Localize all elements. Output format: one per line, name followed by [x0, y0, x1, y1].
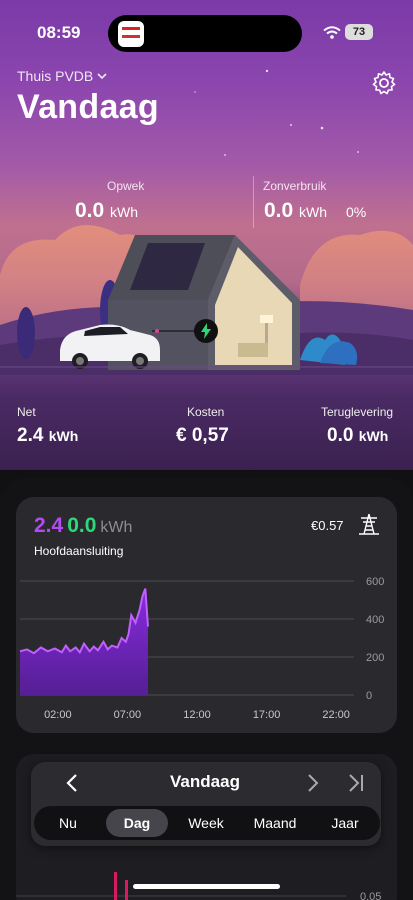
secondary-bar [125, 880, 128, 900]
app-activity-icon [118, 21, 144, 47]
segment-dag[interactable]: Dag [106, 809, 168, 837]
location-label: Thuis PVDB [17, 68, 94, 84]
status-bar: 08:59 73 [0, 0, 413, 60]
segment-nu[interactable]: Nu [34, 806, 102, 840]
page-title: Vandaag [17, 88, 159, 126]
wifi-icon [323, 26, 341, 39]
secondary-y-tick: 0.05 [360, 891, 381, 900]
y-tick-label: 600 [366, 576, 384, 588]
x-tick-label: 02:00 [44, 709, 72, 721]
segment-jaar[interactable]: Jaar [312, 806, 378, 840]
net-number: 2.4 [17, 425, 44, 446]
teruglevering-number: 0.0 [327, 425, 354, 446]
x-tick-label: 17:00 [253, 709, 281, 721]
card-unit: kWh [100, 519, 133, 536]
house-illustration [0, 225, 413, 375]
consumption-chart[interactable]: 600 400 200 0 02:00 07:00 12:00 17:00 22:00 [16, 573, 397, 723]
segment-maand[interactable]: Maand [240, 806, 310, 840]
hero-panel: Thuis PVDB Vandaag Opwek 0.0 kWh Zonverb… [0, 0, 413, 470]
kosten-label: Kosten [187, 405, 225, 419]
net-unit: kWh [48, 428, 79, 444]
teruglevering-value: 0.0 kWh [327, 425, 388, 447]
battery-indicator: 73 [345, 24, 373, 40]
secondary-bar [114, 872, 117, 900]
gear-icon[interactable] [370, 69, 398, 97]
chevron-down-icon [97, 72, 107, 79]
skip-to-end-icon[interactable] [343, 771, 369, 795]
card-cost: €0.57 [311, 518, 344, 533]
chevron-left-icon[interactable] [60, 771, 86, 795]
chevron-right-icon[interactable] [300, 771, 326, 795]
location-selector[interactable]: Thuis PVDB [17, 68, 107, 84]
dynamic-island [108, 15, 302, 52]
pylon-icon [359, 513, 379, 535]
card-values: 2.4 0.0 kWh [34, 514, 132, 538]
x-tick-label: 22:00 [322, 709, 350, 721]
y-tick-label: 400 [366, 614, 384, 626]
card-subtitle: Hoofdaansluiting [34, 544, 124, 558]
export-value: 0.0 [67, 514, 97, 537]
consumption-area [20, 588, 149, 695]
clock: 08:59 [37, 23, 81, 42]
import-value: 2.4 [34, 514, 64, 537]
opwek-label: Opwek [107, 179, 145, 193]
period-title: Vandaag [170, 772, 240, 791]
net-label: Net [17, 405, 36, 419]
charger-icon [194, 319, 218, 343]
home-indicator[interactable] [133, 884, 280, 889]
zonverbruik-label: Zonverbruik [263, 179, 327, 193]
kosten-value: € 0,57 [176, 425, 229, 446]
segment-week[interactable]: Week [172, 806, 240, 840]
period-segmented-control: Nu Dag Week Maand Jaar [34, 806, 380, 840]
x-tick-label: 07:00 [114, 709, 142, 721]
y-tick-label: 200 [366, 652, 384, 664]
y-tick-label: 0 [366, 690, 372, 702]
teruglevering-unit: kWh [358, 428, 389, 444]
teruglevering-label: Teruglevering [321, 405, 394, 419]
x-tick-label: 12:00 [183, 709, 211, 721]
net-value: 2.4 kWh [17, 425, 78, 447]
consumption-card[interactable]: 2.4 0.0 kWh Hoofdaansluiting €0.57 600 400 2… [16, 497, 397, 733]
